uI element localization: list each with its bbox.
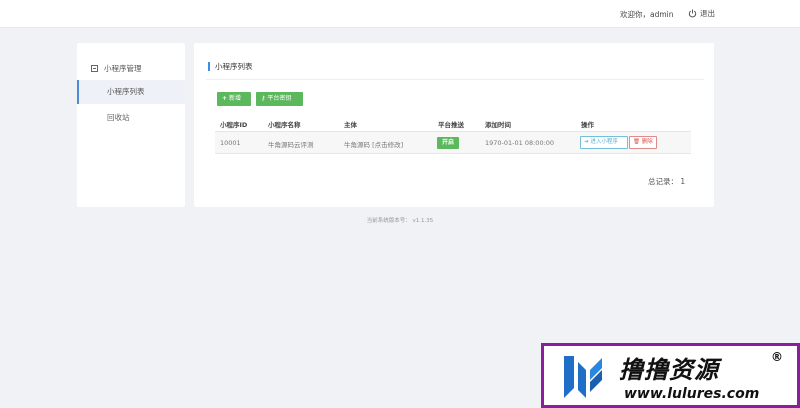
top-bar: 欢迎你，admin 退出: [0, 0, 800, 28]
column-header-subject: 主体: [344, 121, 357, 129]
plus-icon: +: [222, 95, 228, 102]
trash-icon: 🗑: [633, 139, 640, 145]
platform-key-button[interactable]: ⚷ 平台密钥: [256, 92, 303, 106]
watermark-title: 撸撸资源: [619, 356, 719, 384]
collapse-icon: [91, 65, 98, 72]
welcome-text: 欢迎你，admin: [620, 10, 674, 19]
lulures-logo-icon: [564, 356, 602, 398]
cell-name: 牛角源码云评测: [268, 141, 314, 149]
version-text: 当前系统版本号： v1.1.35: [366, 218, 434, 224]
column-header-actions: 操作: [581, 121, 594, 129]
cell-subject[interactable]: 牛角源码 [点击修改]: [344, 139, 403, 149]
cell-id: 10001: [220, 139, 241, 147]
sidebar-item-recycle-bin[interactable]: 回收站: [77, 106, 185, 130]
arrow-right-icon: ➜: [584, 139, 589, 145]
sidebar-group-miniprogram[interactable]: 小程序管理: [91, 63, 142, 74]
sidebar-item-label: 回收站: [107, 113, 130, 122]
sidebar-group-label: 小程序管理: [104, 64, 142, 73]
watermark-banner: 撸撸资源 ® www.lulures.com: [541, 343, 800, 408]
registered-mark: ®: [771, 350, 783, 364]
add-button[interactable]: + 新增: [217, 92, 251, 106]
delete-button[interactable]: 🗑 删除: [629, 136, 657, 149]
cell-added-time: 1970-01-01 08:00:00: [485, 139, 555, 147]
column-header-push: 平台推送: [438, 121, 464, 129]
column-header-name: 小程序名称: [268, 121, 301, 129]
page-title: 小程序列表: [208, 62, 253, 71]
platform-key-label: 平台密钥: [267, 95, 292, 102]
power-icon: [688, 9, 697, 18]
logout-label: 退出: [700, 9, 715, 18]
enter-label: 进入小程序: [590, 139, 618, 145]
watermark-url: www.lulures.com: [624, 386, 760, 402]
column-header-added: 添加时间: [485, 121, 511, 129]
sidebar-item-miniprogram-list[interactable]: 小程序列表: [77, 80, 185, 104]
key-icon: ⚷: [261, 95, 266, 102]
sidebar-item-label: 小程序列表: [107, 87, 145, 96]
logout-link[interactable]: 退出: [688, 8, 715, 19]
column-header-id: 小程序ID: [220, 121, 248, 129]
divider: [206, 79, 704, 80]
enter-miniprogram-button[interactable]: ➜ 进入小程序: [580, 136, 628, 149]
push-status-badge: 开启: [437, 137, 459, 149]
table-row-line: [215, 153, 691, 154]
add-button-label: 新增: [229, 95, 242, 102]
total-records: 总记录： 1: [648, 177, 686, 186]
delete-label: 删除: [641, 139, 653, 145]
